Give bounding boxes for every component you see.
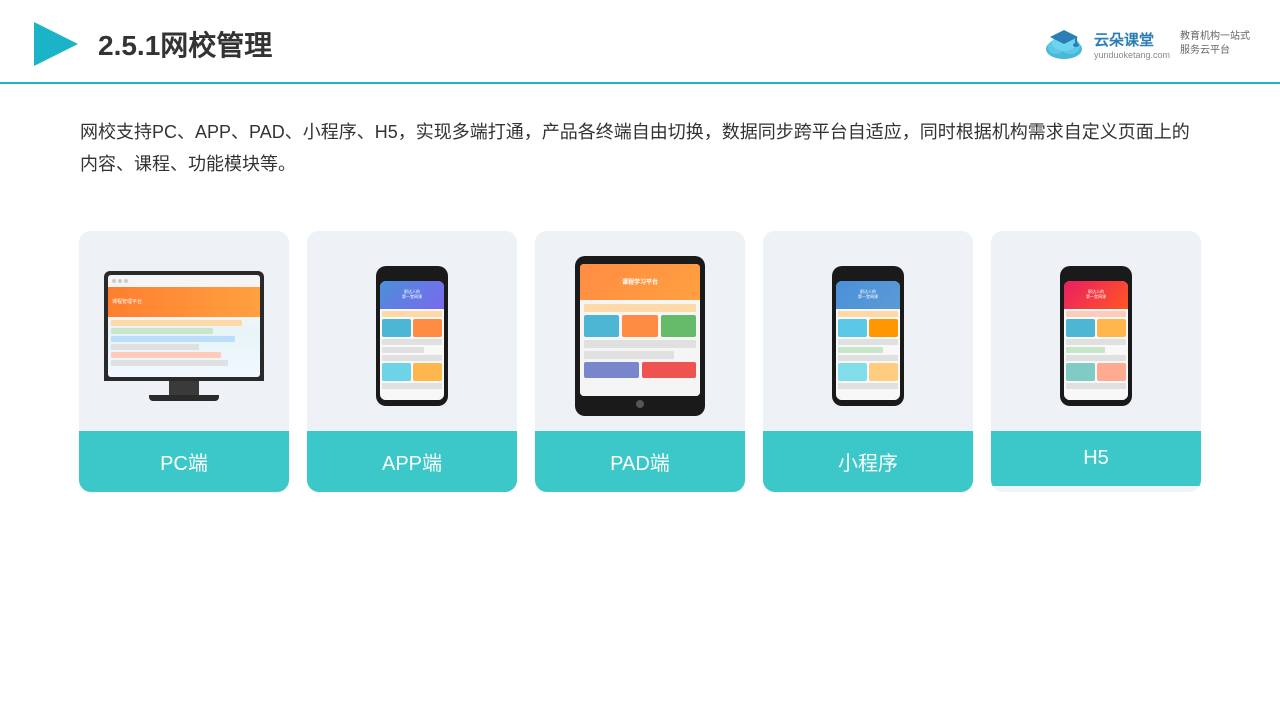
- tablet-body: 课程学习平台: [575, 256, 705, 416]
- card-miniprogram: 职达人的第一堂网课: [763, 231, 973, 492]
- card-app-image: 职达人的第一堂网课: [307, 231, 517, 431]
- logo-tagline: 教育机构一站式服务云平台: [1180, 30, 1250, 58]
- phone-mockup-app: 职达人的第一堂网课: [376, 266, 448, 406]
- card-pc-label: PC端: [79, 431, 289, 492]
- monitor-mockup: 课程管理平台: [104, 271, 264, 401]
- card-miniprogram-image: 职达人的第一堂网课: [763, 231, 973, 431]
- card-pad-label: PAD端: [535, 431, 745, 492]
- monitor-screen: 课程管理平台: [108, 275, 260, 377]
- card-miniprogram-label: 小程序: [763, 431, 973, 492]
- page-title: 2.5.1网校管理: [98, 24, 272, 64]
- card-h5-label: H5: [991, 431, 1201, 486]
- phone-body-app: 职达人的第一堂网课: [376, 266, 448, 406]
- card-pc: 课程管理平台: [79, 231, 289, 492]
- card-h5-image: 职达人的第一堂网课: [991, 231, 1201, 431]
- card-pad-image: 课程学习平台: [535, 231, 745, 431]
- header-left: 2.5.1网校管理: [30, 18, 272, 70]
- play-icon: [30, 18, 82, 70]
- description-text: 网校支持PC、APP、PAD、小程序、H5，实现多端打通，产品各终端自由切换，数…: [0, 84, 1280, 201]
- monitor-stand: [169, 381, 199, 395]
- logo-cloud: 云朵课堂 yunduoketang.com 教育机构一站式服务云平台: [1040, 27, 1250, 61]
- brand-name: 云朵课堂 yunduoketang.com: [1094, 29, 1170, 60]
- monitor-body: 课程管理平台: [104, 271, 264, 381]
- phone-mockup-h5: 职达人的第一堂网课: [1060, 266, 1132, 406]
- phone-screen-app: 职达人的第一堂网课: [380, 281, 444, 400]
- brand-logo-icon: [1040, 27, 1088, 61]
- cards-container: 课程管理平台: [0, 201, 1280, 522]
- logo-area: 云朵课堂 yunduoketang.com 教育机构一站式服务云平台: [1040, 27, 1250, 61]
- card-pc-image: 课程管理平台: [79, 231, 289, 431]
- card-app-label: APP端: [307, 431, 517, 492]
- phone-mockup-mini: 职达人的第一堂网课: [832, 266, 904, 406]
- header: 2.5.1网校管理 云朵课堂 yunduoketang.com 教育机构一站式服…: [0, 0, 1280, 84]
- phone-screen-mini: 职达人的第一堂网课: [836, 281, 900, 400]
- card-pad: 课程学习平台: [535, 231, 745, 492]
- card-h5: 职达人的第一堂网课: [991, 231, 1201, 492]
- tablet-screen: 课程学习平台: [580, 264, 700, 396]
- tablet-mockup: 课程学习平台: [575, 256, 705, 416]
- monitor-base: [149, 395, 219, 401]
- phone-body-mini: 职达人的第一堂网课: [832, 266, 904, 406]
- phone-body-h5: 职达人的第一堂网课: [1060, 266, 1132, 406]
- card-app: 职达人的第一堂网课: [307, 231, 517, 492]
- phone-screen-h5: 职达人的第一堂网课: [1064, 281, 1128, 400]
